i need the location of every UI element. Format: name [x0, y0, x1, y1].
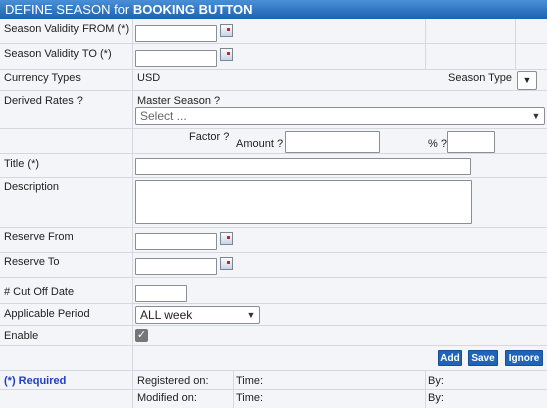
title-name: BOOKING BUTTON: [132, 2, 253, 17]
reserve-from-input[interactable]: [135, 233, 217, 250]
reserve-to-label: Reserve To: [4, 256, 60, 268]
reserve-to-input[interactable]: [135, 258, 217, 275]
row-divider: [0, 43, 547, 44]
row-divider: [0, 227, 547, 228]
percent-label: % ?: [428, 138, 447, 150]
row-divider: [0, 90, 547, 91]
percent-input[interactable]: [447, 131, 495, 153]
ignore-button[interactable]: Ignore: [505, 350, 543, 366]
title-label: Title (*): [4, 158, 40, 170]
row-divider: [0, 325, 547, 326]
row-divider: [0, 177, 547, 178]
row-divider: [0, 303, 547, 304]
applicable-period-value: ALL week: [140, 308, 193, 322]
registered-by-label: By:: [428, 375, 444, 387]
modified-on-label: Modified on:: [137, 392, 197, 404]
row-divider: [0, 153, 547, 154]
registered-on-label: Registered on:: [137, 375, 209, 387]
master-season-label: Master Season ?: [137, 95, 221, 107]
column-divider: [233, 370, 234, 408]
modified-time-label: Time:: [236, 392, 264, 404]
modified-by-label: By:: [428, 392, 444, 404]
cutoff-date-label: # Cut Off Date: [4, 286, 75, 298]
row-divider: [0, 252, 547, 253]
add-button[interactable]: Add: [438, 350, 462, 366]
reserve-from-label: Reserve From: [4, 231, 74, 243]
factor-label: Factor ?: [189, 131, 230, 143]
calendar-icon[interactable]: [220, 24, 233, 37]
calendar-icon[interactable]: [220, 48, 233, 61]
registered-time-label: Time:: [236, 375, 264, 387]
define-season-form: DEFINE SEASON for BOOKING BUTTON Season …: [0, 0, 547, 408]
required-note: (*) Required: [4, 375, 67, 387]
column-divider: [425, 19, 426, 69]
row-divider: [0, 370, 547, 371]
applicable-period-label: Applicable Period: [4, 308, 90, 320]
enable-checkbox[interactable]: ✓: [135, 329, 148, 342]
calendar-icon[interactable]: [220, 257, 233, 270]
applicable-period-select[interactable]: ALL week ▼: [135, 306, 260, 324]
description-textarea[interactable]: [135, 180, 472, 224]
column-divider: [515, 19, 516, 69]
column-divider: [132, 19, 133, 408]
calendar-icon[interactable]: [220, 232, 233, 245]
season-type-label: Season Type: [448, 72, 513, 84]
master-season-value: Select ...: [140, 109, 187, 123]
row-divider: [0, 69, 547, 70]
row-divider: [0, 389, 547, 390]
chevron-down-icon: ▼: [522, 75, 532, 85]
row-divider: [0, 345, 547, 346]
season-to-label: Season Validity TO (*): [4, 48, 112, 60]
season-from-input[interactable]: [135, 25, 217, 42]
row-divider: [0, 128, 547, 129]
save-button[interactable]: Save: [468, 350, 498, 366]
currency-types-label: Currency Types: [4, 72, 81, 84]
form-title-bar: DEFINE SEASON for BOOKING BUTTON: [0, 0, 547, 19]
description-label: Description: [4, 181, 60, 193]
cutoff-date-input[interactable]: [135, 285, 187, 302]
season-to-input[interactable]: [135, 50, 217, 67]
title-prefix: DEFINE SEASON for: [5, 2, 130, 17]
currency-value: USD: [137, 72, 161, 84]
amount-label: Amount ?: [236, 138, 284, 150]
season-type-select[interactable]: ▼: [517, 71, 537, 90]
chevron-down-icon: ▼: [246, 310, 256, 320]
derived-rates-label: Derived Rates ?: [4, 95, 83, 107]
row-divider: [0, 277, 547, 278]
check-icon: ✓: [136, 329, 147, 341]
chevron-down-icon: ▼: [531, 111, 541, 121]
column-divider: [425, 370, 426, 408]
title-input[interactable]: [135, 158, 471, 175]
amount-input[interactable]: [285, 131, 380, 153]
enable-label: Enable: [4, 330, 39, 342]
season-from-label: Season Validity FROM (*): [4, 23, 130, 35]
master-season-select[interactable]: Select ... ▼: [135, 107, 545, 125]
